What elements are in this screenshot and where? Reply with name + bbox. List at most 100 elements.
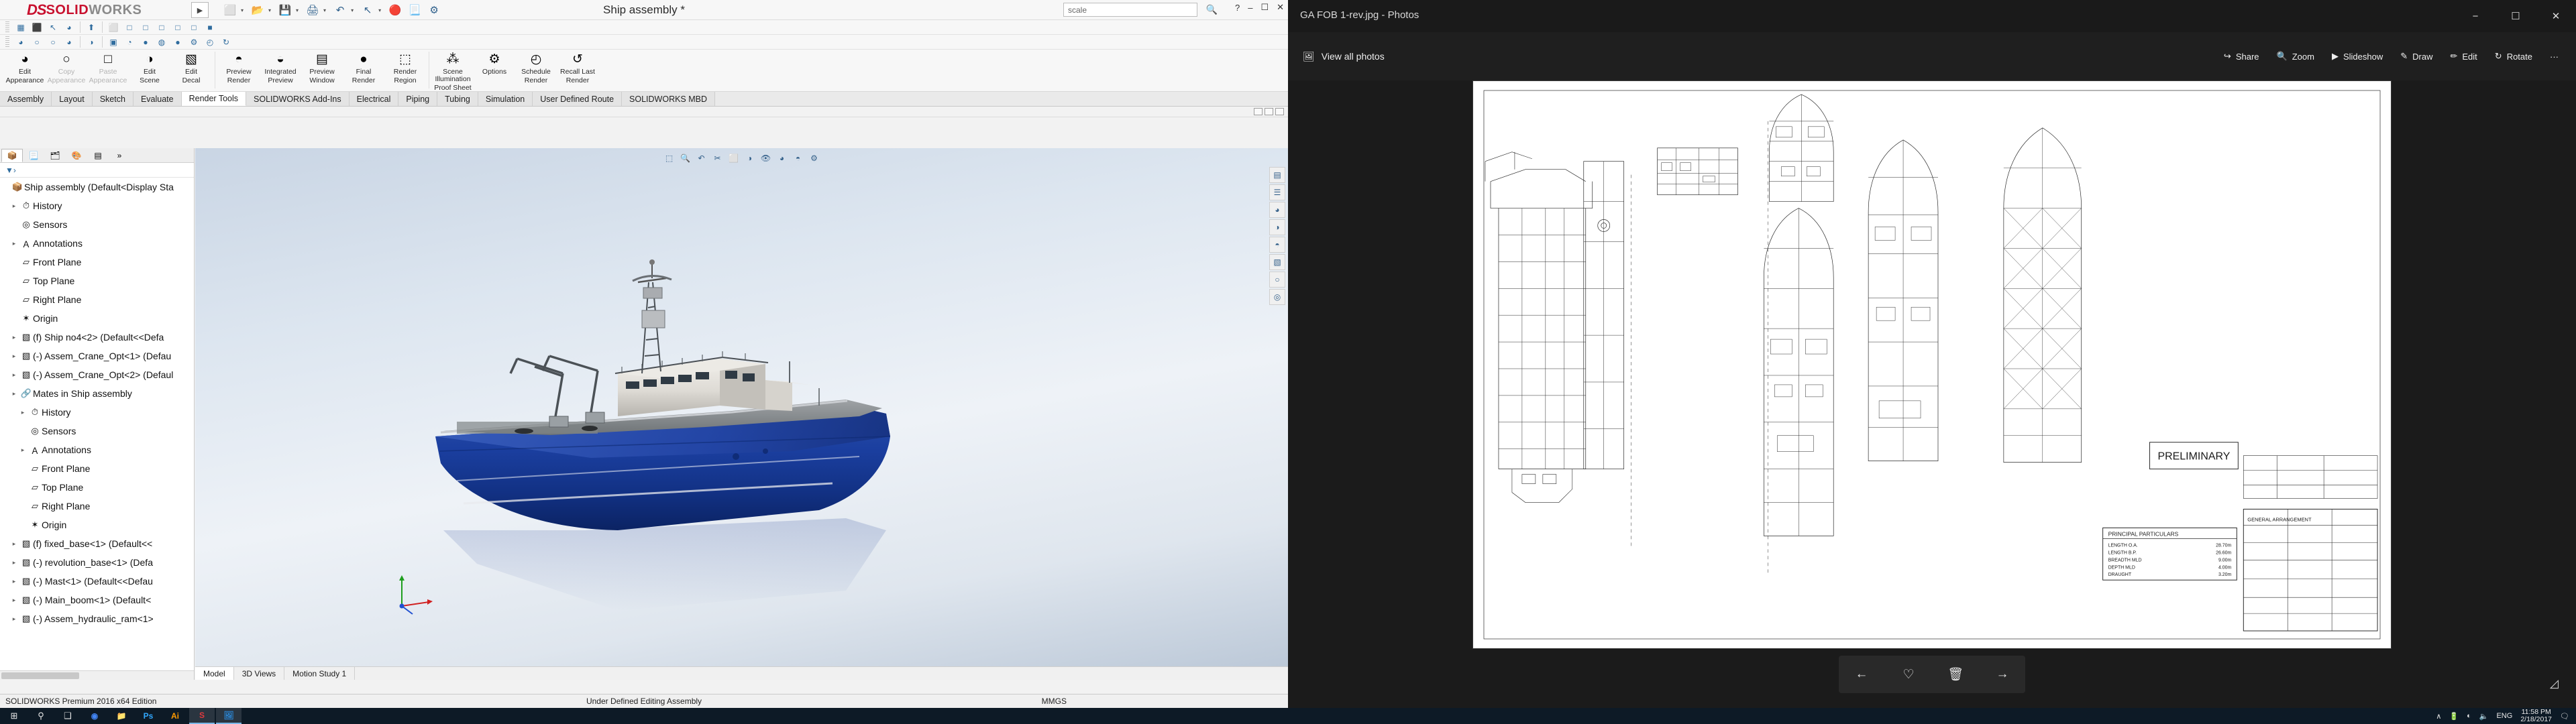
view-top-icon[interactable]: □ bbox=[170, 21, 185, 34]
tree-expand-arrow[interactable]: ▸ bbox=[17, 409, 28, 416]
displayed-image[interactable]: PRELIMINARY PRINCIPAL PARTICULARS LENGTH… bbox=[1472, 80, 2392, 649]
zoom-area-icon[interactable]: 🔍 bbox=[678, 152, 693, 165]
tree-filter[interactable]: ▼› bbox=[0, 163, 194, 178]
ribbon-command-preview-render[interactable]: ◓ Preview Render bbox=[218, 50, 260, 90]
tree-node[interactable]: ▸ 🔗 Mates in Ship assembly bbox=[0, 384, 194, 403]
scrollbar-thumb[interactable] bbox=[1, 672, 79, 679]
ribbon-command-preview-window[interactable]: ▤ Preview Window bbox=[301, 50, 343, 90]
illustrator-icon[interactable]: Ai bbox=[162, 708, 188, 724]
tree-expand-arrow[interactable]: ▸ bbox=[9, 559, 19, 566]
viewport-tab-motion-study-1[interactable]: Motion Study 1 bbox=[284, 667, 356, 680]
tree-expand-arrow[interactable]: ▸ bbox=[9, 390, 19, 398]
toolbar-grip[interactable] bbox=[5, 21, 9, 34]
tree-expand-arrow[interactable]: ▸ bbox=[9, 371, 19, 379]
photos-close-button[interactable]: ✕ bbox=[2536, 0, 2576, 32]
ribbon-command-edit-appearance[interactable]: ◕ Edit Appearance bbox=[4, 50, 46, 90]
tree-more-tab[interactable]: » bbox=[109, 149, 130, 162]
photos-action-share[interactable]: ↪ Share bbox=[2224, 51, 2259, 62]
photos-action-[interactable]: ··· bbox=[2550, 52, 2559, 62]
two-spheres-icon[interactable]: ● bbox=[170, 36, 185, 49]
photos-restore-button[interactable]: ☐ bbox=[2496, 0, 2536, 32]
battery-icon[interactable]: 🔋 bbox=[2449, 712, 2459, 721]
ribbon-command-options[interactable]: ⚙ Options bbox=[474, 50, 515, 90]
tree-horizontal-scrollbar[interactable] bbox=[0, 670, 194, 680]
tree-node[interactable]: ✶ Origin bbox=[0, 516, 194, 534]
view-settings-icon[interactable]: ⚙ bbox=[807, 152, 822, 165]
help-button[interactable]: ? bbox=[1235, 3, 1240, 13]
viewport-decal-icon[interactable]: ▧ bbox=[1269, 254, 1285, 270]
command-tab-tubing[interactable]: Tubing bbox=[437, 92, 478, 106]
zoom-to-fit-icon[interactable]: ⬚ bbox=[662, 152, 677, 165]
tree-node[interactable]: ▸ Ａ Annotations bbox=[0, 234, 194, 253]
dimxpert-tab[interactable]: ▤ bbox=[87, 149, 109, 162]
ribbon-command-recall-last-render[interactable]: ↺ Recall Last Render bbox=[557, 50, 598, 90]
tree-expand-arrow[interactable]: ▸ bbox=[9, 615, 19, 623]
photos-icon[interactable]: 🖼 bbox=[216, 708, 241, 724]
display-style-icon[interactable]: ◑ bbox=[743, 152, 757, 165]
expand-icon[interactable]: ◿ bbox=[2550, 677, 2559, 690]
tree-node[interactable]: ▸ ▧ (-) Main_boom<1> (Default< bbox=[0, 591, 194, 609]
sphere-dim-icon[interactable]: ○ bbox=[30, 36, 44, 49]
display-state-icon[interactable]: ▣ bbox=[106, 36, 121, 49]
toolbar-grip[interactable] bbox=[5, 36, 9, 48]
tree-node[interactable]: 📦 Ship assembly (Default<Display Sta bbox=[0, 178, 194, 196]
viewport-appearance-icon[interactable]: ◑ bbox=[1269, 219, 1285, 235]
view-iso-icon[interactable]: ⬜ bbox=[106, 21, 121, 34]
render-settings-icon[interactable]: ⚙ bbox=[186, 36, 201, 49]
view-left-icon[interactable]: □ bbox=[138, 21, 153, 34]
command-tab-user-defined-route[interactable]: User Defined Route bbox=[533, 92, 623, 106]
select-pointer-icon[interactable]: ↖ bbox=[46, 21, 60, 34]
view-front-icon[interactable]: □ bbox=[122, 21, 137, 34]
tree-expand-arrow[interactable]: ▸ bbox=[17, 446, 28, 454]
tree-node[interactable]: ▸ ▧ (f) Ship no4<2> (Default<<Defa bbox=[0, 328, 194, 347]
search-icon[interactable]: ⚲ bbox=[28, 708, 54, 724]
photos-action-edit[interactable]: ✏ Edit bbox=[2450, 51, 2477, 62]
section-view-icon[interactable]: ✂ bbox=[710, 152, 725, 165]
viewport-materials-icon[interactable]: ◕ bbox=[1269, 202, 1285, 218]
ribbon-command-paste-appearance[interactable]: □ Paste Appearance bbox=[87, 50, 129, 90]
tree-node[interactable]: ▱ Front Plane bbox=[0, 253, 194, 272]
windows-start-icon[interactable]: ⊞ bbox=[1, 708, 27, 724]
view-all-photos-button[interactable]: 🖼 View all photos bbox=[1288, 51, 1385, 62]
tree-node[interactable]: ▱ Right Plane bbox=[0, 497, 194, 516]
ribbon-command-copy-appearance[interactable]: ○ Copy Appearance bbox=[46, 50, 87, 90]
tray-chevron-icon[interactable]: ∧ bbox=[2436, 712, 2441, 721]
task-view-icon[interactable]: ❑ bbox=[55, 708, 80, 724]
viewport-tab-model[interactable]: Model bbox=[195, 667, 234, 680]
feature-manager-tab[interactable]: 📦 bbox=[1, 148, 23, 162]
viewport-camera-icon[interactable]: ◎ bbox=[1269, 289, 1285, 305]
maximize-button[interactable]: ☐ bbox=[1260, 2, 1269, 13]
view-bottom-icon[interactable]: □ bbox=[186, 21, 201, 34]
tree-node[interactable]: ▱ Right Plane bbox=[0, 290, 194, 309]
solidworks-icon[interactable]: S bbox=[189, 708, 215, 724]
configuration-manager-tab[interactable]: 🗂 bbox=[44, 149, 66, 162]
view-shaded-icon[interactable]: ■ bbox=[203, 21, 217, 34]
viewport-light-icon[interactable]: ○ bbox=[1269, 272, 1285, 288]
command-tab-sketch[interactable]: Sketch bbox=[92, 92, 133, 106]
command-tab-assembly[interactable]: Assembly bbox=[0, 92, 52, 106]
photos-action-rotate[interactable]: ↻ Rotate bbox=[2495, 51, 2532, 62]
lighting-icon[interactable]: ◍ bbox=[154, 36, 169, 49]
appearance-edit-icon[interactable]: ◕ bbox=[13, 36, 28, 49]
next-image-button[interactable]: → bbox=[1989, 661, 2016, 688]
tree-node[interactable]: ▸ ⏱ History bbox=[0, 403, 194, 422]
wifi-icon[interactable]: ◐ bbox=[2467, 712, 2471, 720]
tree-expand-arrow[interactable]: ▸ bbox=[9, 597, 19, 604]
command-tab-electrical[interactable]: Electrical bbox=[349, 92, 399, 106]
ribbon-command-edit-decal[interactable]: ▧ Edit Decal bbox=[170, 50, 212, 90]
graphics-viewport[interactable]: ⬚ 🔍 ↶ ✂ ⬜ ◑ 👁 ◕ ◓ ⚙ ▤ ☰ ◕ ◑ ◓ ▧ ○ ◎ Mode… bbox=[195, 148, 1288, 680]
panel-box-3[interactable] bbox=[1275, 108, 1284, 115]
ribbon-command-scene-illumination-proof-sheet[interactable]: ⁂ Scene Illumination Proof Sheet bbox=[432, 50, 474, 92]
tree-node[interactable]: ◎ Sensors bbox=[0, 215, 194, 234]
language-indicator[interactable]: ENG bbox=[2496, 712, 2512, 720]
minimize-button[interactable]: – bbox=[1248, 3, 1252, 13]
tree-expand-arrow[interactable]: ▸ bbox=[9, 353, 19, 360]
render-clock-icon[interactable]: ◴ bbox=[203, 36, 217, 49]
insert-component-icon[interactable]: ⬛ bbox=[30, 21, 44, 34]
view-right-icon[interactable]: □ bbox=[154, 21, 169, 34]
photos-action-draw[interactable]: ✎ Draw bbox=[2400, 51, 2432, 62]
command-tab-evaluate[interactable]: Evaluate bbox=[133, 92, 182, 106]
ribbon-command-edit-scene[interactable]: ◑ Edit Scene bbox=[129, 50, 170, 90]
apply-appearance-icon[interactable]: ◕ bbox=[62, 36, 76, 49]
command-tab-layout[interactable]: Layout bbox=[52, 92, 93, 106]
